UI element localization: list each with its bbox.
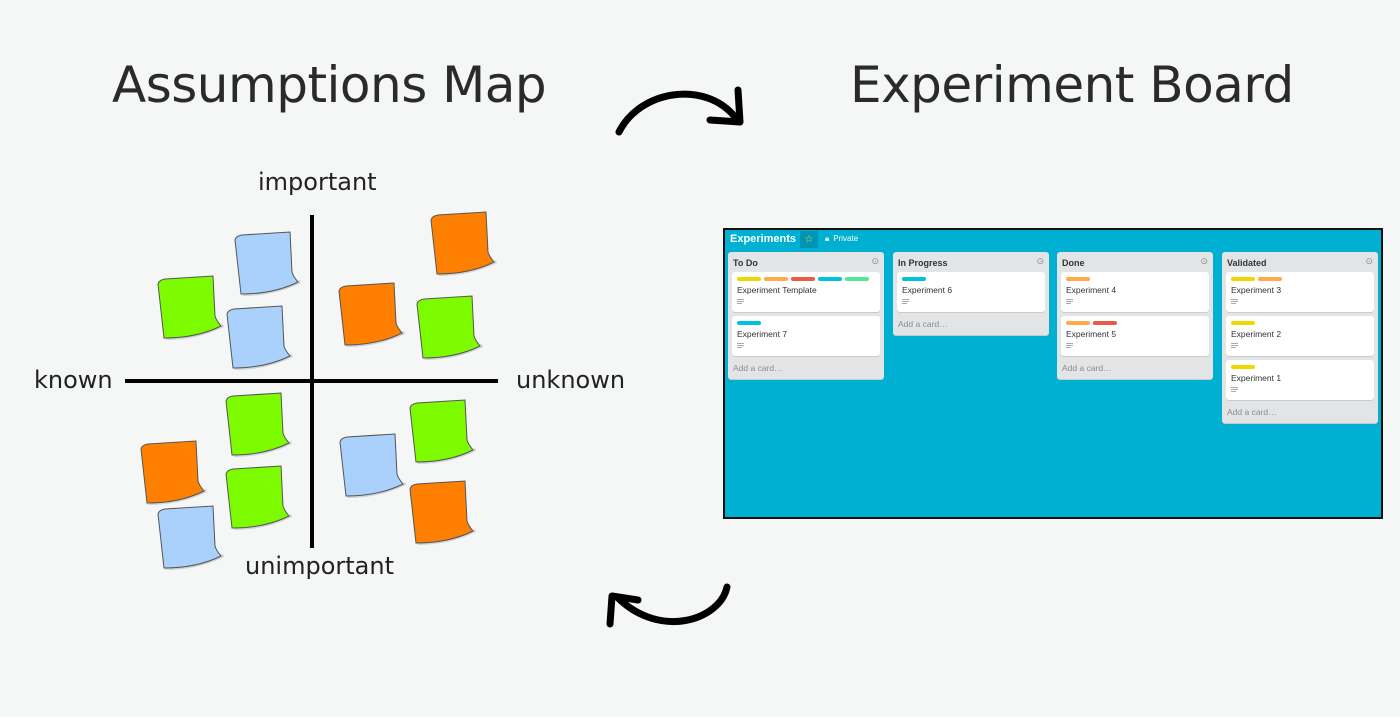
list-header: In Progress ⊙ xyxy=(893,252,1049,272)
label-green xyxy=(845,277,869,281)
card-title: Experiment 7 xyxy=(737,329,788,339)
description-icon xyxy=(737,343,744,349)
label-orange xyxy=(1066,277,1090,281)
label-orange xyxy=(1258,277,1282,281)
card-labels xyxy=(1066,321,1117,325)
description-icon xyxy=(1231,387,1238,393)
card-labels xyxy=(1231,277,1282,281)
list-menu-icon[interactable]: ⊙ xyxy=(1036,256,1044,267)
card-title: Experiment 4 xyxy=(1066,285,1117,295)
list-menu-icon[interactable]: ⊙ xyxy=(1200,256,1208,267)
card-title: Experiment 3 xyxy=(1231,285,1282,295)
add-card-button[interactable]: Add a card… xyxy=(728,360,884,379)
sticky-note-blue xyxy=(157,505,224,570)
card-labels xyxy=(902,277,926,281)
axis-label-important: important xyxy=(258,168,377,196)
sticky-note-green xyxy=(157,275,224,340)
card[interactable]: Experiment 3 xyxy=(1226,272,1374,312)
card[interactable]: Experiment Template xyxy=(732,272,880,312)
label-red xyxy=(791,277,815,281)
card-labels xyxy=(1231,321,1255,325)
list-done: Done ⊙ Experiment 4 Experiment 5 Add a card… xyxy=(1057,252,1213,379)
sticky-note-orange xyxy=(338,282,405,347)
experiment-board: Experiments ☆ 🔒︎ Private To Do ⊙ Experiment… xyxy=(723,228,1383,519)
label-blue xyxy=(818,277,842,281)
sticky-note-blue xyxy=(339,433,406,498)
card[interactable]: Experiment 5 xyxy=(1061,316,1209,356)
card-title: Experiment 1 xyxy=(1231,373,1282,383)
label-yellow xyxy=(1231,277,1255,281)
add-card-button[interactable]: Add a card… xyxy=(1057,360,1213,379)
sticky-note-orange xyxy=(409,480,476,545)
add-card-button[interactable]: Add a card… xyxy=(893,316,1049,335)
list-menu-icon[interactable]: ⊙ xyxy=(871,256,879,267)
sticky-note-orange xyxy=(140,440,207,505)
card-title: Experiment Template xyxy=(737,285,817,295)
sticky-note-orange xyxy=(430,211,497,276)
list-menu-icon[interactable]: ⊙ xyxy=(1365,256,1373,267)
lock-icon: 🔒︎ xyxy=(825,234,830,243)
label-blue xyxy=(737,321,761,325)
list-title[interactable]: To Do xyxy=(733,258,758,268)
label-red xyxy=(1093,321,1117,325)
list-title[interactable]: In Progress xyxy=(898,258,948,268)
board-title[interactable]: Experiments xyxy=(730,233,796,245)
assumptions-map-title: Assumptions Map xyxy=(112,56,547,114)
sticky-note-green xyxy=(409,399,476,464)
description-icon xyxy=(1231,343,1238,349)
visibility-label: Private xyxy=(833,234,859,243)
list-header: Done ⊙ xyxy=(1057,252,1213,272)
label-yellow xyxy=(1231,321,1255,325)
list-to-do: To Do ⊙ Experiment Template Experiment 7 Add… xyxy=(728,252,884,379)
experiment-board-title: Experiment Board xyxy=(850,56,1294,114)
list-header: Validated ⊙ xyxy=(1222,252,1378,272)
card-title: Experiment 2 xyxy=(1231,329,1282,339)
card[interactable]: Experiment 1 xyxy=(1226,360,1374,400)
list-in-progress: In Progress ⊙ Experiment 6 Add a card… xyxy=(893,252,1049,335)
label-orange xyxy=(1066,321,1090,325)
label-yellow xyxy=(1231,365,1255,369)
axis-label-unknown: unknown xyxy=(516,366,626,394)
visibility-button[interactable]: 🔒︎ Private xyxy=(825,234,858,244)
horizontal-axis xyxy=(125,379,498,383)
card-labels xyxy=(1066,277,1090,281)
star-icon[interactable]: ☆ xyxy=(800,231,818,248)
card[interactable]: Experiment 7 xyxy=(732,316,880,356)
label-blue xyxy=(902,277,926,281)
list-header: To Do ⊙ xyxy=(728,252,884,272)
list-title[interactable]: Done xyxy=(1062,258,1085,268)
card[interactable]: Experiment 2 xyxy=(1226,316,1374,356)
description-icon xyxy=(1231,299,1238,305)
sticky-note-green xyxy=(416,295,483,360)
sticky-note-green xyxy=(225,392,292,457)
board-header: Experiments ☆ 🔒︎ Private xyxy=(725,230,1381,250)
list-title[interactable]: Validated xyxy=(1227,258,1267,268)
description-icon xyxy=(737,299,744,305)
label-orange xyxy=(764,277,788,281)
description-icon xyxy=(902,299,909,305)
list-validated: Validated ⊙ Experiment 3 Experiment 2 Experi… xyxy=(1222,252,1378,423)
card-labels xyxy=(1231,365,1255,369)
description-icon xyxy=(1066,299,1073,305)
axis-label-known: known xyxy=(34,366,113,394)
label-yellow xyxy=(737,277,761,281)
card-labels xyxy=(737,277,869,281)
axis-label-unimportant: unimportant xyxy=(245,552,394,580)
sticky-note-blue xyxy=(234,231,301,296)
card[interactable]: Experiment 4 xyxy=(1061,272,1209,312)
sticky-note-blue xyxy=(226,305,293,370)
card-labels xyxy=(737,321,761,325)
arrow-left-icon xyxy=(606,583,731,628)
card[interactable]: Experiment 6 xyxy=(897,272,1045,312)
card-title: Experiment 5 xyxy=(1066,329,1117,339)
add-card-button[interactable]: Add a card… xyxy=(1222,404,1378,423)
description-icon xyxy=(1066,343,1073,349)
card-title: Experiment 6 xyxy=(902,285,953,295)
arrow-right-icon xyxy=(615,86,744,136)
sticky-note-green xyxy=(225,465,292,530)
